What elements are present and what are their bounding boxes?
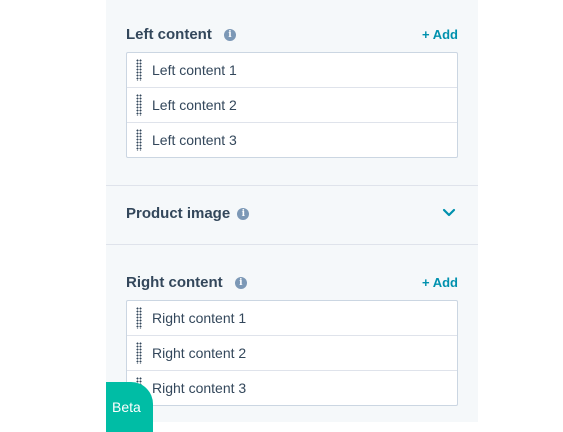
section-divider <box>106 244 478 245</box>
list-item-label: Right content 2 <box>152 345 247 361</box>
product-image-section[interactable]: Product image i <box>126 204 458 226</box>
beta-badge[interactable]: Beta <box>106 382 153 432</box>
info-icon[interactable]: i <box>234 277 247 290</box>
list-item[interactable]: Right content 2 <box>127 336 457 371</box>
product-image-title: Product image <box>126 205 231 222</box>
list-item-label: Right content 3 <box>152 380 247 396</box>
list-item[interactable]: Right content 1 <box>127 301 457 336</box>
section-divider <box>106 185 478 186</box>
chevron-down-icon[interactable] <box>442 206 456 220</box>
left-content-title-wrap: Left content i <box>126 25 236 45</box>
list-item[interactable]: Right content 3 <box>127 371 457 405</box>
drag-handle-icon[interactable] <box>136 59 142 81</box>
left-content-header: Left content i + Add <box>126 25 458 45</box>
right-content-title-wrap: Right content i <box>126 273 247 293</box>
product-image-title-wrap: Product image i <box>126 204 250 224</box>
right-content-section: Right content i + Add Right content 1 Ri… <box>126 273 458 406</box>
info-icon[interactable]: i <box>237 208 250 221</box>
list-item[interactable]: Left content 3 <box>127 123 457 157</box>
right-content-header: Right content i + Add <box>126 273 458 293</box>
left-content-title: Left content <box>126 26 212 43</box>
left-content-list: Left content 1 Left content 2 Left conte… <box>126 52 458 158</box>
drag-handle-icon[interactable] <box>136 129 142 151</box>
drag-handle-icon[interactable] <box>136 342 142 364</box>
left-content-section: Left content i + Add Left content 1 Left… <box>126 25 458 158</box>
right-content-list: Right content 1 Right content 2 Right co… <box>126 300 458 406</box>
list-item[interactable]: Left content 2 <box>127 88 457 123</box>
list-item-label: Right content 1 <box>152 310 247 326</box>
drag-handle-icon[interactable] <box>136 307 142 329</box>
right-content-title: Right content <box>126 274 223 291</box>
info-icon[interactable]: i <box>224 29 236 42</box>
drag-handle-icon[interactable] <box>136 94 142 116</box>
right-content-add-button[interactable]: + Add <box>422 273 458 293</box>
list-item[interactable]: Left content 1 <box>127 53 457 88</box>
module-editor-panel: Left content i + Add Left content 1 Left… <box>106 0 478 422</box>
list-item-label: Left content 1 <box>152 62 237 78</box>
left-content-add-button[interactable]: + Add <box>422 25 458 45</box>
list-item-label: Left content 2 <box>152 97 237 113</box>
list-item-label: Left content 3 <box>152 132 237 148</box>
